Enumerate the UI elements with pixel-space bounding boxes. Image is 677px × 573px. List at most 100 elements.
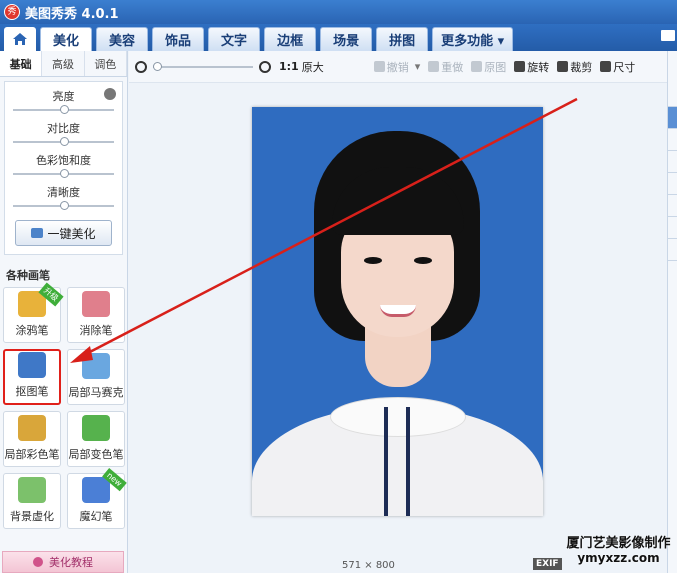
brush-local-color[interactable]: 局部彩色笔 [3, 411, 61, 467]
reset-original-label: 原图 [484, 60, 507, 74]
subtab-color-tone[interactable]: 调色 [85, 51, 127, 76]
exif-button[interactable]: EXIF [533, 558, 562, 570]
brush-section-title: 各种画笔 [6, 269, 50, 282]
undo-dropdown-icon[interactable]: ▾ [415, 60, 421, 73]
brush-label: 抠图笔 [15, 385, 49, 398]
adjust-subtabs: 基础 高级 调色 [0, 51, 127, 77]
brightness-slider[interactable] [13, 105, 114, 114]
resize-icon [600, 61, 612, 72]
color-brush-icon [18, 415, 46, 441]
image-canvas[interactable] [129, 84, 667, 550]
brush-grid: 升级 涂鸦笔 消除笔 抠图笔 局部马赛克 局部彩色笔 局部变色笔 背景虚化 ne… [3, 282, 127, 529]
beautify-tutorial-button[interactable]: 美化教程 [2, 551, 124, 573]
original-image-icon [471, 61, 483, 72]
undo-icon [373, 61, 385, 72]
tutorial-label: 美化教程 [49, 556, 93, 569]
brush-cutout[interactable]: 抠图笔 [3, 349, 61, 405]
brush-background-blur[interactable]: 背景虚化 [3, 473, 61, 529]
tab-scene[interactable]: 场景 [320, 27, 373, 51]
zoom-out-icon[interactable] [135, 60, 147, 73]
right-tab[interactable] [668, 195, 677, 217]
original-size-label: 原大 [301, 60, 324, 74]
rotate-button[interactable]: 旋转 [514, 59, 549, 75]
crop-icon [557, 61, 569, 72]
brush-magic[interactable]: new 魔幻笔 [67, 468, 127, 529]
photo-eye-right [414, 257, 432, 264]
photo-eye-left [364, 257, 382, 264]
brush-doodle[interactable]: 升级 涂鸦笔 [3, 282, 64, 343]
resize-label: 尺寸 [613, 60, 636, 74]
redo-button[interactable]: 重做 [428, 59, 463, 75]
tab-accessories[interactable]: 饰品 [152, 27, 205, 51]
sharpness-slider[interactable] [13, 201, 114, 210]
slider-thumb[interactable] [59, 105, 69, 114]
subtab-advanced[interactable]: 高级 [42, 51, 85, 76]
brush-eraser[interactable]: 消除笔 [67, 287, 125, 343]
saturation-slider[interactable] [13, 169, 114, 178]
tutorial-icon [33, 557, 43, 567]
reset-icon[interactable] [104, 88, 116, 100]
brush-label: 涂鸦笔 [15, 324, 49, 337]
one-key-beautify-label: 一键美化 [47, 226, 96, 241]
portrait-photo[interactable] [252, 107, 543, 516]
reset-original-button[interactable]: 原图 [471, 59, 506, 75]
brush-local-recolor[interactable]: 局部变色笔 [67, 411, 125, 467]
slider-label: 对比度 [47, 122, 80, 135]
left-panel: 基础 高级 调色 亮度 对比度 色彩饱和度 清晰度 一键美化 各种画笔 升级 涂… [0, 51, 128, 573]
zoom-slider[interactable] [153, 61, 253, 71]
right-tab[interactable] [668, 173, 677, 195]
tab-more-features[interactable]: 更多功能 ▾ [432, 27, 514, 51]
slider-thumb[interactable] [59, 169, 69, 178]
right-tab[interactable] [668, 151, 677, 173]
slider-label: 清晰度 [47, 186, 80, 199]
resize-button[interactable]: 尺寸 [600, 59, 635, 75]
tab-frame[interactable]: 边框 [264, 27, 317, 51]
main-tab-bar: 美化 美容 饰品 文字 边框 场景 拼图 更多功能 ▾ [0, 24, 677, 51]
folder-icon[interactable] [661, 30, 675, 41]
brush-local-mosaic[interactable]: 局部马赛克 [67, 349, 125, 405]
rotate-label: 旋转 [527, 60, 550, 74]
right-side-panel [667, 51, 677, 573]
recolor-icon [82, 415, 110, 441]
tab-text[interactable]: 文字 [208, 27, 261, 51]
right-tab[interactable] [668, 85, 677, 107]
background-blur-icon [18, 477, 46, 503]
brush-label: 局部变色笔 [68, 448, 124, 461]
subtab-basic[interactable]: 基础 [0, 51, 43, 76]
editor-toolbar: 1:1 原大 撤销 ▾ 重做 原图 旋转 裁剪 尺寸 [129, 51, 667, 83]
ratio-button[interactable]: 1:1 [279, 60, 299, 73]
zoom-in-icon[interactable] [259, 60, 271, 73]
photo-ribbon [384, 407, 410, 516]
contrast-slider[interactable] [13, 137, 114, 146]
right-tab[interactable] [668, 217, 677, 239]
app-logo-icon: 秀 [4, 4, 20, 20]
slider-contrast: 对比度 [9, 120, 118, 146]
brush-label: 局部马赛克 [68, 386, 124, 399]
slider-thumb[interactable] [59, 201, 69, 210]
right-tab-active[interactable] [668, 107, 677, 129]
wand-icon [31, 228, 44, 238]
right-tab[interactable] [668, 239, 677, 261]
tab-beautify[interactable]: 美化 [40, 27, 93, 51]
tab-collage[interactable]: 拼图 [376, 27, 429, 51]
watermark-line1: 厦门艺美影像制作 [566, 536, 671, 551]
home-tab[interactable] [4, 27, 36, 51]
one-key-beautify-button[interactable]: 一键美化 [15, 220, 112, 246]
cutout-pen-icon [18, 352, 46, 378]
adjust-panel: 亮度 对比度 色彩饱和度 清晰度 一键美化 [4, 81, 123, 255]
watermark-line2: ymyxzz.com [577, 551, 660, 565]
zoom-thumb[interactable] [153, 61, 162, 71]
slider-saturation: 色彩饱和度 [9, 152, 118, 178]
original-size-button[interactable]: 原大 [302, 59, 324, 75]
crop-button[interactable]: 裁剪 [557, 59, 592, 75]
slider-label: 色彩饱和度 [36, 154, 91, 167]
rotate-icon [514, 61, 526, 72]
brush-label: 消除笔 [79, 324, 113, 337]
brush-label: 背景虚化 [10, 510, 54, 523]
undo-button[interactable]: 撤销 ▾ [373, 59, 421, 75]
crop-label: 裁剪 [570, 60, 593, 74]
slider-thumb[interactable] [59, 137, 69, 146]
right-tab[interactable] [668, 129, 677, 151]
image-dimensions: 571 × 800 [342, 560, 395, 571]
tab-beauty[interactable]: 美容 [96, 27, 149, 51]
